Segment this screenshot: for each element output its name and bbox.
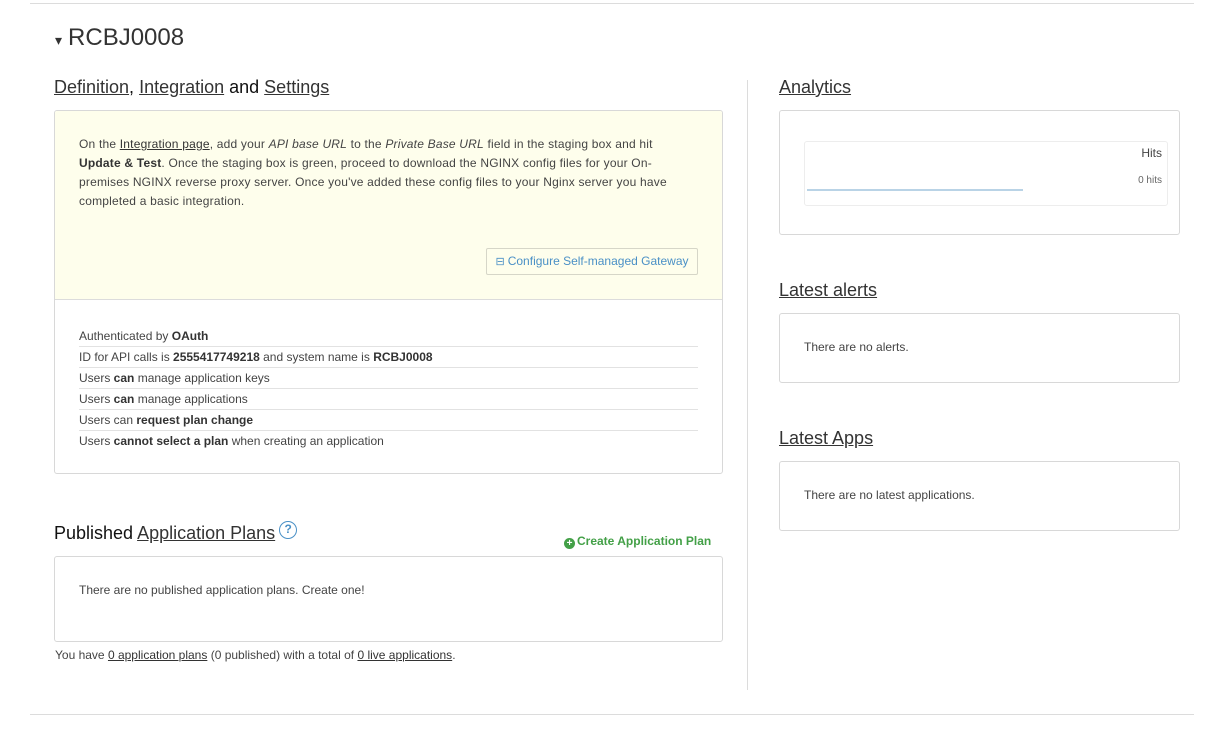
api-id-value: 2555417749218 xyxy=(173,350,260,364)
analytics-heading: Analytics xyxy=(779,77,851,98)
info-text: field in the staging box and hit xyxy=(483,137,653,151)
settings-auth: Authenticated by OAuth xyxy=(79,326,698,347)
gateway-icon: ⊟ xyxy=(495,256,505,268)
service-header[interactable]: ▾ RCBJ0008 xyxy=(55,24,184,52)
setting-text: ID for API calls is xyxy=(79,350,174,364)
hits-sparkline-chart[interactable]: Hits 0 hits xyxy=(804,141,1168,206)
plus-circle-icon: + xyxy=(564,538,575,549)
setting-text: and system name is xyxy=(259,350,374,364)
analytics-panel: Hits 0 hits xyxy=(779,110,1180,235)
collapse-caret-icon[interactable]: ▾ xyxy=(55,32,62,49)
latest-alerts-heading: Latest alerts xyxy=(779,280,877,301)
configure-gateway-button[interactable]: ⊟ Configure Self-managed Gateway xyxy=(486,248,698,275)
integration-link[interactable]: Integration xyxy=(139,77,224,97)
latest-apps-panel: There are no latest applications. xyxy=(779,461,1180,531)
definition-heading: Definition, Integration and Settings xyxy=(54,77,329,98)
info-text: , add your xyxy=(209,137,269,151)
integration-page-link[interactable]: Integration page xyxy=(120,137,210,151)
setting-strong: request plan change xyxy=(136,413,254,427)
definition-link[interactable]: Definition xyxy=(54,77,129,97)
setting-text: Authenticated by xyxy=(79,329,172,343)
published-plans-panel: There are no published application plans… xyxy=(54,556,723,642)
integration-info: On the Integration page, add your API ba… xyxy=(55,111,722,300)
live-applications-link[interactable]: 0 live applications xyxy=(357,648,452,662)
setting-text: Users xyxy=(79,371,114,385)
column-divider xyxy=(747,80,748,690)
heading-separator: and xyxy=(224,77,265,97)
summary-text: . xyxy=(452,648,456,662)
latest-alerts-link[interactable]: Latest alerts xyxy=(779,280,877,300)
setting-text: manage applications xyxy=(134,392,248,406)
setting-text: Users xyxy=(79,434,114,448)
plans-empty-text: There are no published application plans… xyxy=(79,583,365,597)
top-divider xyxy=(30,3,1194,4)
settings-plan-change: Users can request plan change xyxy=(79,410,698,431)
info-text: On the xyxy=(79,137,120,151)
info-text: . Once the staging box is green, proceed… xyxy=(79,156,667,208)
help-icon[interactable]: ? xyxy=(279,521,298,539)
create-plan-label: Create Application Plan xyxy=(577,534,712,548)
summary-text: You have xyxy=(55,648,108,662)
application-plans-link[interactable]: Application Plans xyxy=(137,523,275,543)
setting-strong: can xyxy=(113,371,135,385)
setting-text: manage application keys xyxy=(134,371,270,385)
definition-panel: On the Integration page, add your API ba… xyxy=(54,110,723,474)
setting-text: Users can xyxy=(79,413,137,427)
application-plans-count-link[interactable]: 0 application plans xyxy=(108,648,207,662)
hits-value: 0 hits xyxy=(1138,175,1162,186)
latest-apps-heading: Latest Apps xyxy=(779,428,873,449)
api-base-url-term: API base URL xyxy=(268,137,348,151)
apps-empty-text: There are no latest applications. xyxy=(804,488,975,502)
summary-text: (0 published) with a total of xyxy=(207,648,358,662)
setting-strong: cannot select a plan xyxy=(113,434,229,448)
system-name-value: RCBJ0008 xyxy=(373,350,433,364)
plans-heading: Published Application Plans? xyxy=(54,521,298,544)
settings-list: Authenticated by OAuth ID for API calls … xyxy=(55,300,722,452)
latest-alerts-panel: There are no alerts. xyxy=(779,313,1180,383)
service-name: RCBJ0008 xyxy=(68,24,185,51)
configure-gateway-label: Configure Self-managed Gateway xyxy=(507,254,689,268)
create-application-plan-link[interactable]: + Create Application Plan xyxy=(564,534,711,549)
sparkline xyxy=(807,189,1023,191)
heading-separator: , xyxy=(129,77,140,97)
setting-strong: can xyxy=(113,392,135,406)
auth-value: OAuth xyxy=(171,329,209,343)
bottom-divider xyxy=(30,714,1194,715)
settings-keys: Users can manage application keys xyxy=(79,368,698,389)
hits-metric-label: Hits xyxy=(1141,146,1162,160)
settings-id: ID for API calls is 2555417749218 and sy… xyxy=(79,347,698,368)
setting-text: when creating an application xyxy=(228,434,384,448)
alerts-empty-text: There are no alerts. xyxy=(804,340,909,354)
plans-heading-prefix: Published xyxy=(54,523,138,543)
settings-apps: Users can manage applications xyxy=(79,389,698,410)
update-test-term: Update & Test xyxy=(79,156,162,170)
latest-apps-link[interactable]: Latest Apps xyxy=(779,428,873,448)
analytics-link[interactable]: Analytics xyxy=(779,77,851,97)
private-base-url-term: Private Base URL xyxy=(385,137,484,151)
settings-select-plan: Users cannot select a plan when creating… xyxy=(79,431,698,452)
plans-summary: You have 0 application plans (0 publishe… xyxy=(55,648,456,662)
setting-text: Users xyxy=(79,392,114,406)
info-text: to the xyxy=(347,137,386,151)
settings-link[interactable]: Settings xyxy=(264,77,329,97)
